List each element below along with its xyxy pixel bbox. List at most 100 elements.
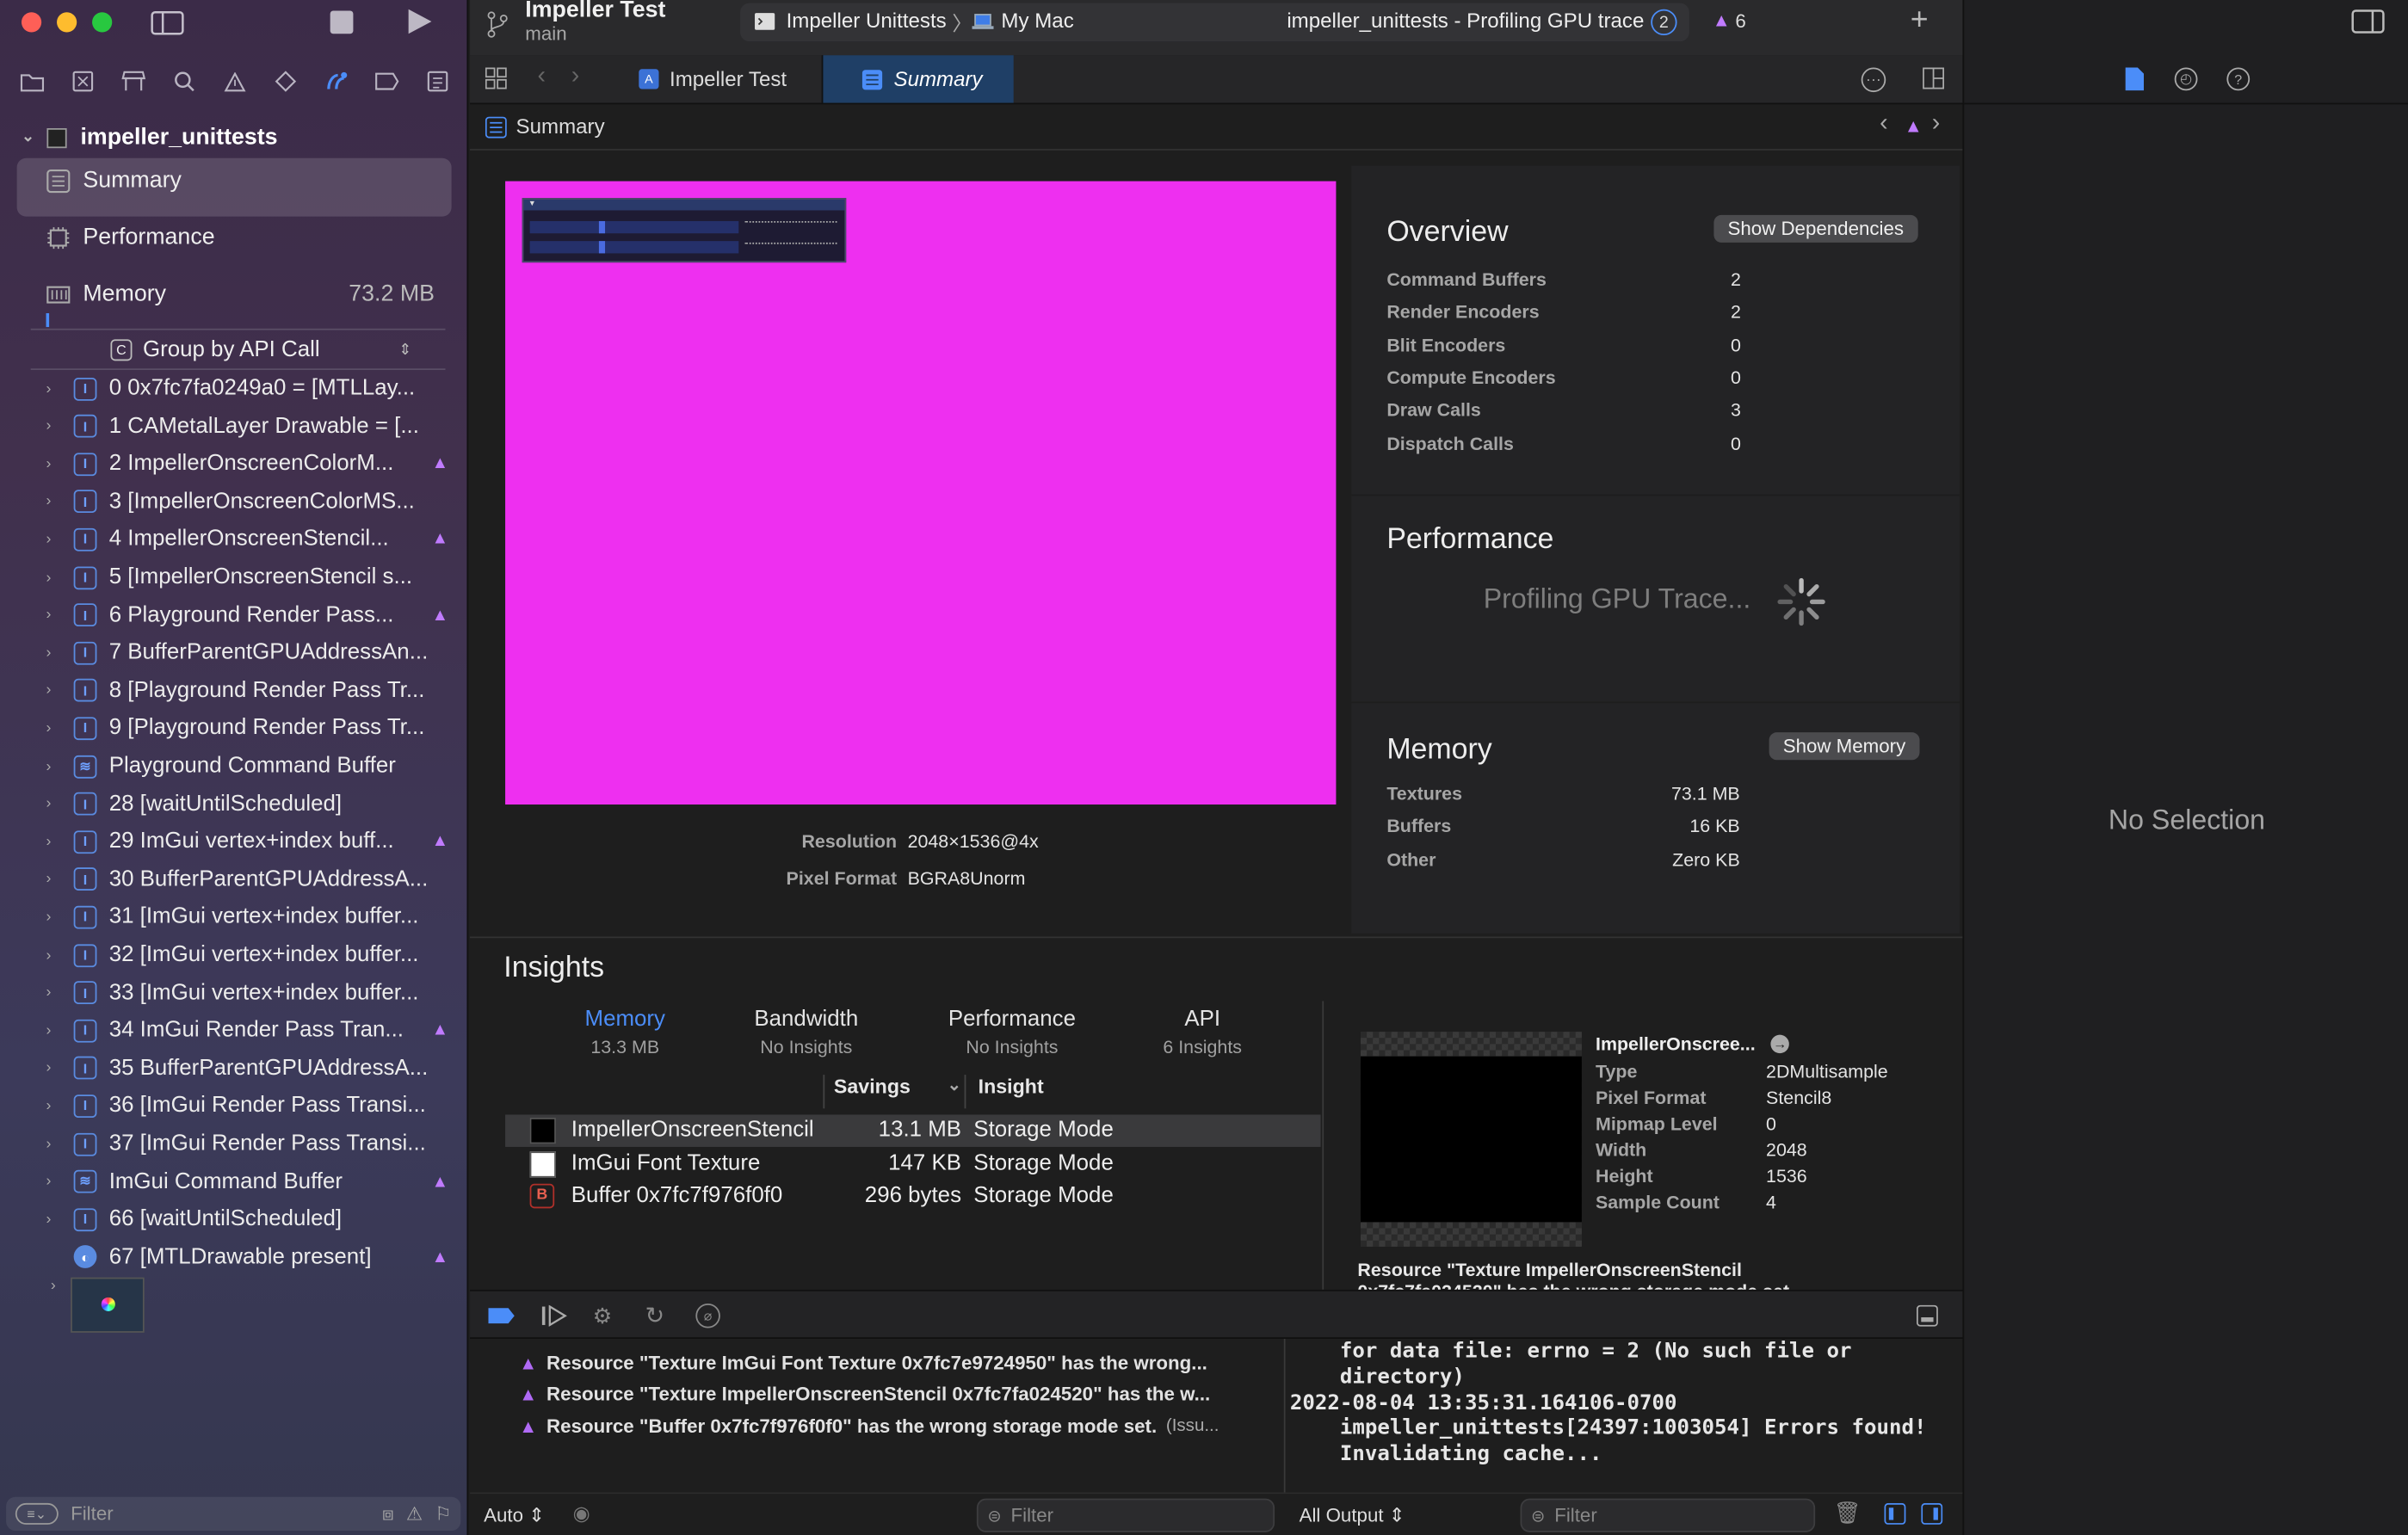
insight-category-tab[interactable]: Performance No Insights <box>920 1008 1104 1058</box>
sidebar-item-performance[interactable]: Performance <box>46 225 215 250</box>
chevron-right-icon[interactable]: › <box>46 1211 68 1228</box>
sidebar-call-item[interactable]: › I 36 [ImGui Render Pass Transi... <box>46 1089 449 1123</box>
sidebar-call-item[interactable]: › I 2 ImpellerOnscreenColorM... ▲ <box>46 447 449 481</box>
hide-debug-area-icon[interactable] <box>1916 1304 1938 1327</box>
chevron-right-icon[interactable]: › <box>46 493 68 510</box>
chevron-right-icon[interactable]: › <box>46 795 68 812</box>
jumpbar-label[interactable]: Summary <box>516 115 605 139</box>
sidebar-call-item[interactable]: ◐ 67 [MTLDrawable present] ▲ <box>46 1240 449 1273</box>
symbol-icon[interactable] <box>113 61 152 101</box>
warning-count[interactable]: 6 <box>1735 10 1745 32</box>
chevron-right-icon[interactable]: › <box>46 1098 68 1115</box>
continue-icon[interactable] <box>540 1304 568 1327</box>
chevron-right-icon[interactable]: › <box>46 569 68 586</box>
help-icon[interactable]: ? <box>2226 67 2251 91</box>
chevron-right-icon[interactable]: › <box>46 1022 68 1039</box>
run-icon[interactable] <box>405 8 433 35</box>
show-dependencies-button[interactable]: Show Dependencies <box>1713 214 1918 243</box>
issue-row[interactable]: ▲ Resource "Buffer 0x7fc7f976f0f0" has th… <box>519 1415 1271 1436</box>
hierarchy-icon[interactable]: ⧈ <box>382 1502 394 1526</box>
test-icon[interactable] <box>265 61 305 101</box>
sidebar-call-item[interactable]: › I 37 [ImGui Render Pass Transi... <box>46 1127 449 1161</box>
chevron-right-icon[interactable]: › <box>46 1173 68 1190</box>
sidebar-call-item[interactable]: › I 7 BufferParentGPUAddressAn... <box>46 636 449 669</box>
sidebar-call-item[interactable]: › I 32 [ImGui vertex+index buffer... <box>46 938 449 971</box>
sidebar-filter-input[interactable]: Filter <box>71 1503 370 1525</box>
texture-thumbnail[interactable] <box>1360 1032 1582 1247</box>
sidebar-call-item[interactable]: › I 4 ImpellerOnscreenStencil... ▲ <box>46 522 449 556</box>
add-icon[interactable]: + <box>1911 3 1929 39</box>
breakpoint-icon[interactable] <box>367 61 406 101</box>
tab-summary[interactable]: Summary <box>823 55 1014 103</box>
debug-icon[interactable] <box>316 61 355 101</box>
chevron-right-icon[interactable]: › <box>46 758 68 775</box>
frame-thumbnail[interactable] <box>71 1277 145 1333</box>
chevron-right-icon[interactable]: › <box>46 682 68 700</box>
show-variables-icon[interactable] <box>1884 1502 1906 1525</box>
report-icon[interactable] <box>417 61 456 101</box>
sidebar-call-item[interactable]: › I 5 [ImpellerOnscreenStencil s... <box>46 560 449 594</box>
insight-row[interactable]: ImGui Font Texture 147 KB Storage Mode <box>505 1148 1321 1180</box>
sidebar-call-item[interactable]: › I 30 BufferParentGPUAddressA... <box>46 862 449 896</box>
search-icon[interactable] <box>164 61 203 101</box>
chevron-down-icon[interactable]: ⌄ <box>22 129 34 146</box>
issue-icon[interactable] <box>214 61 254 101</box>
reload-icon[interactable]: ↻ <box>645 1302 664 1329</box>
chevron-right-icon[interactable]: › <box>46 871 68 888</box>
sidebar-call-item[interactable]: › I 8 [Playground Render Pass Tr... <box>46 674 449 707</box>
zoom-window-button[interactable] <box>92 12 113 33</box>
breakpoints-toggle-icon[interactable] <box>488 1307 516 1325</box>
previous-issue-icon[interactable]: ‹ <box>1880 110 1888 138</box>
insight-column-header[interactable]: Insight <box>964 1075 1044 1109</box>
stop-icon[interactable] <box>330 10 354 34</box>
source-control-icon[interactable] <box>62 61 102 101</box>
chevron-right-icon[interactable]: › <box>51 1278 56 1295</box>
chevron-right-icon[interactable]: › <box>46 531 68 548</box>
chevron-right-icon[interactable]: › <box>46 1136 68 1153</box>
gauge-icon[interactable]: ⌀ <box>695 1303 720 1328</box>
chevron-right-icon[interactable]: › <box>46 380 68 398</box>
filter-options-icon[interactable]: ≡⌄ <box>15 1502 59 1525</box>
sidebar-call-item[interactable]: › I 31 [ImGui vertex+index buffer... <box>46 900 449 934</box>
chevron-right-icon[interactable]: › <box>46 1060 68 1077</box>
forward-icon[interactable]: › <box>571 63 580 90</box>
console-output[interactable]: for data file: errno = 2 (No such file o… <box>1290 1339 1927 1468</box>
sidebar-call-item[interactable]: › ≋ ImGui Command Buffer ▲ <box>46 1165 449 1199</box>
sidebar-toggle-icon[interactable] <box>149 8 186 39</box>
sidebar-call-item[interactable]: › I 33 [ImGui vertex+index buffer... <box>46 976 449 1009</box>
sidebar-item-summary[interactable]: Summary <box>46 167 182 194</box>
scheme-name[interactable]: Impeller Unittests <box>787 9 947 33</box>
warning-icon[interactable]: ▲ <box>1713 9 1731 31</box>
warning-filter-icon[interactable]: ⚠ <box>406 1503 423 1525</box>
chevron-right-icon[interactable]: › <box>46 720 68 737</box>
sidebar-call-item[interactable]: › ≋ Playground Command Buffer <box>46 749 449 783</box>
sidebar-call-item[interactable]: › I 29 ImGui vertex+index buff... ▲ <box>46 825 449 859</box>
sidebar-call-item[interactable]: › I 6 Playground Render Pass... ▲ <box>46 598 449 632</box>
sidebar-item-memory[interactable]: Memory 73.2 MB <box>46 281 435 307</box>
tab-impeller-test[interactable]: A Impeller Test <box>621 55 824 103</box>
chevron-right-icon[interactable]: › <box>46 833 68 850</box>
trash-icon[interactable]: 🗑 <box>1834 1500 1862 1526</box>
sidebar-call-item[interactable]: › I 66 [waitUntilScheduled] <box>46 1203 449 1236</box>
issue-row[interactable]: ▲ Resource "Texture ImGui Font Texture 0x… <box>519 1353 1271 1374</box>
chevron-right-icon[interactable]: › <box>46 984 68 1002</box>
minimize-window-button[interactable] <box>57 12 77 33</box>
sidebar-call-item[interactable]: › I 3 [ImpellerOnscreenColorMS... <box>46 485 449 519</box>
sidebar-call-item[interactable]: › I 1 CAMetalLayer Drawable = [... <box>46 410 449 443</box>
eye-icon[interactable]: ◉ <box>573 1501 590 1526</box>
chevron-right-icon[interactable]: › <box>46 607 68 624</box>
insight-row[interactable]: B Buffer 0x7fc7f976f0f0 296 bytes Storage M… <box>505 1181 1321 1212</box>
insight-row[interactable]: ImpellerOnscreenStencil 13.1 MB Storage Mo… <box>505 1114 1321 1147</box>
insight-category-tab[interactable]: Bandwidth No Insights <box>714 1008 898 1058</box>
chevron-right-icon[interactable]: › <box>46 455 68 472</box>
back-icon[interactable]: ‹ <box>538 63 546 90</box>
output-selector[interactable]: All Output ⇕ <box>1300 1503 1405 1526</box>
tree-root-item[interactable]: ⌄ impeller_unittests <box>22 125 278 151</box>
chevron-right-icon[interactable]: › <box>46 946 68 964</box>
console-filter[interactable]: ⊜ Filter <box>1520 1498 1816 1532</box>
inspector-toggle-icon[interactable] <box>2351 9 2385 34</box>
warning-icon[interactable]: ▲ <box>1905 115 1923 137</box>
activity-count-badge[interactable]: 2 <box>1651 9 1677 36</box>
insight-category-tab[interactable]: Memory 13.3 MB <box>533 1008 717 1058</box>
more-options-icon[interactable]: ··· <box>1861 67 1886 93</box>
